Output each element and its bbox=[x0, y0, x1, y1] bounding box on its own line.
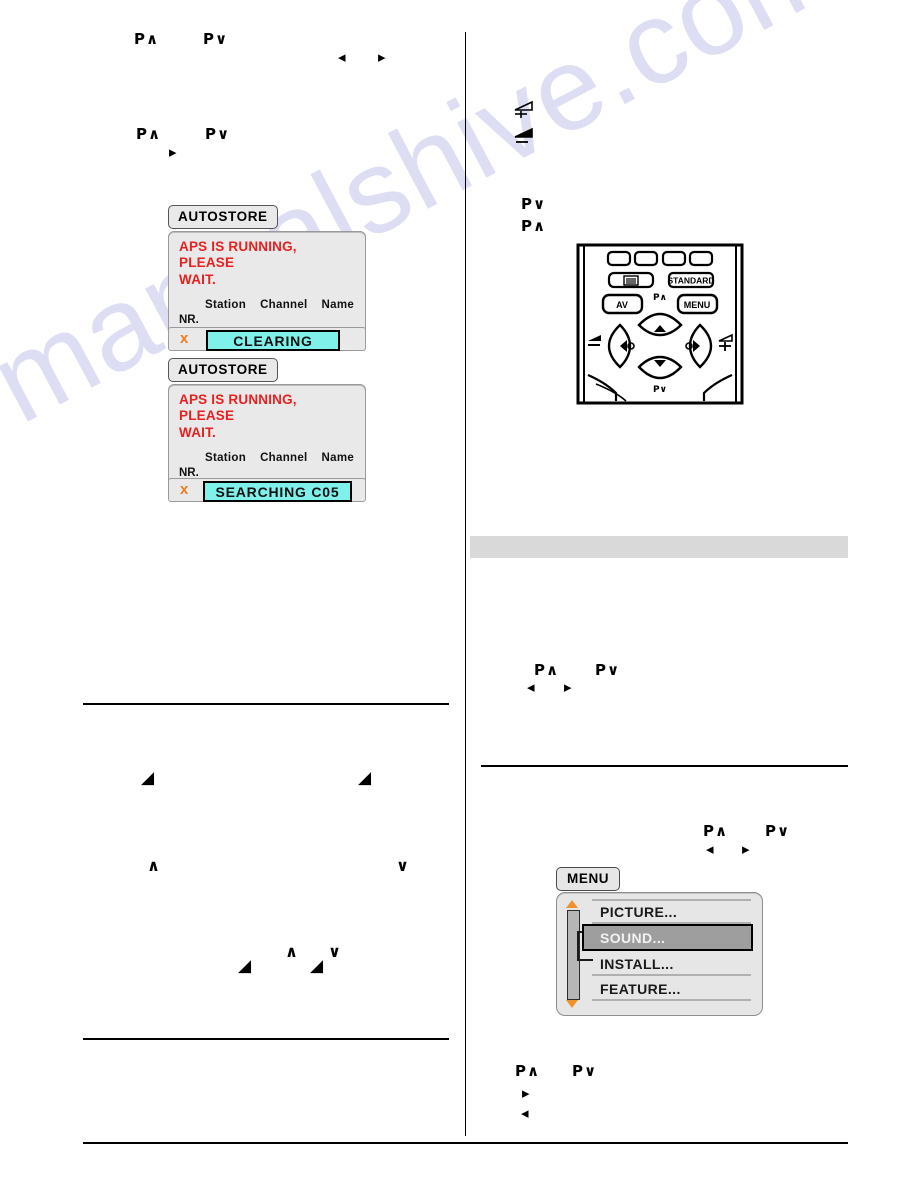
remote-control-illustration: STANDARD AV MENU P∧ P∨ bbox=[576, 243, 744, 405]
osd-warning-line2-2: WAIT. bbox=[179, 424, 216, 440]
svg-text:MENU: MENU bbox=[684, 300, 711, 310]
osd-col-channel-1: Channel bbox=[260, 299, 308, 312]
osd-column-headers-1: Station Channel Name bbox=[205, 299, 368, 311]
menu-item-label: FEATURE... bbox=[600, 980, 681, 997]
scroll-down-arrow-icon[interactable] bbox=[566, 1000, 578, 1008]
osd-row-label-1: NR. bbox=[179, 314, 199, 327]
osd-col-station-1: Station bbox=[205, 299, 247, 312]
symbol-p-down-4: P∨ bbox=[595, 661, 621, 679]
column-divider-top bbox=[465, 32, 466, 704]
osd-col-channel-2: Channel bbox=[260, 452, 308, 465]
svg-text:AV: AV bbox=[616, 300, 628, 310]
symbol-arrow-left-5: ◂ bbox=[521, 1104, 529, 1122]
symbol-arrow-right-1: ▸ bbox=[378, 48, 386, 66]
osd-menu-items: PICTURE... SOUND... INSTALL... FEATURE..… bbox=[582, 899, 753, 1001]
wrench-icon: x bbox=[180, 330, 189, 347]
symbol-p-up-5: P∧ bbox=[703, 822, 729, 840]
menu-item-sound[interactable]: SOUND... bbox=[582, 924, 753, 951]
svg-text:P∧: P∧ bbox=[653, 293, 667, 303]
symbol-p-up-1: P∧ bbox=[134, 30, 160, 48]
osd-col-name-1: Name bbox=[321, 299, 355, 312]
symbol-p-down-3: P∨ bbox=[521, 195, 547, 213]
left-rule-upper bbox=[83, 703, 449, 705]
symbol-p-down-2: P∨ bbox=[205, 125, 231, 143]
page-bottom-rule bbox=[83, 1142, 848, 1144]
symbol-p-down-1: P∨ bbox=[203, 30, 229, 48]
scroll-up-arrow-icon[interactable] bbox=[566, 900, 578, 908]
symbol-p-down-5: P∨ bbox=[765, 822, 791, 840]
menu-item-separator bbox=[592, 999, 751, 1001]
right-rule-upper bbox=[481, 765, 848, 767]
osd-col-name-2: Name bbox=[321, 452, 355, 465]
menu-item-label: PICTURE... bbox=[600, 903, 678, 920]
osd-warning-text-2: APS IS RUNNING, PLEASE WAIT. bbox=[179, 392, 355, 441]
symbol-arrow-left-1: ◂ bbox=[338, 48, 346, 66]
svg-text:STANDARD: STANDARD bbox=[667, 276, 714, 286]
osd-warning-line2-1: WAIT. bbox=[179, 271, 216, 287]
osd-menu: MENU PICTURE... SOUND... INSTALL... FEAT… bbox=[556, 867, 763, 1016]
symbol-p-up-4: P∧ bbox=[534, 661, 560, 679]
symbol-p-down-6: P∨ bbox=[572, 1062, 598, 1080]
menu-item-label: INSTALL... bbox=[600, 955, 674, 972]
symbol-p-up-2: P∧ bbox=[136, 125, 162, 143]
osd-menu-tab: MENU bbox=[556, 867, 621, 891]
osd-autostore-body-1: APS IS RUNNING, PLEASE WAIT. Station Chan… bbox=[168, 231, 366, 340]
menu-item-install[interactable]: INSTALL... bbox=[590, 951, 753, 976]
osd-lcd-clearing: CLEARING bbox=[206, 330, 340, 351]
symbol-arrow-left-3: ◂ bbox=[527, 678, 535, 696]
volume-down-icon bbox=[514, 127, 533, 143]
symbol-arrow-right-2: ▸ bbox=[169, 143, 177, 161]
svg-text:P∨: P∨ bbox=[653, 385, 667, 395]
symbol-p-up-3: P∧ bbox=[521, 217, 547, 235]
menu-item-label: SOUND... bbox=[600, 929, 666, 946]
symbol-arrow-right-5: ▸ bbox=[522, 1084, 530, 1102]
wrench-icon: x bbox=[180, 481, 189, 498]
osd-autostore-body-2: APS IS RUNNING, PLEASE WAIT. Station Chan… bbox=[168, 384, 368, 493]
osd-menu-body: PICTURE... SOUND... INSTALL... FEATURE..… bbox=[556, 892, 763, 1016]
column-divider-bottom bbox=[465, 704, 466, 1136]
osd-lcd-searching: SEARCHING C05 bbox=[203, 481, 352, 502]
osd-column-headers-2: Station Channel Name bbox=[205, 452, 368, 464]
osd-status-clearing: x CLEARING bbox=[168, 327, 366, 351]
symbol-arrow-left-4: ◂ bbox=[706, 840, 714, 858]
symbol-tri-nw-2: ◢ bbox=[358, 768, 372, 788]
osd-status-searching: x SEARCHING C05 bbox=[168, 478, 366, 502]
symbol-p-up-6: P∧ bbox=[515, 1062, 541, 1080]
symbol-caret-up-2: ∧ bbox=[285, 942, 298, 961]
symbol-arrow-right-4: ▸ bbox=[742, 840, 750, 858]
symbol-tri-nw-4: ◢ bbox=[310, 956, 324, 976]
osd-autostore-2: AUTOSTORE APS IS RUNNING, PLEASE WAIT. S… bbox=[168, 358, 368, 493]
osd-autostore-1: AUTOSTORE APS IS RUNNING, PLEASE WAIT. S… bbox=[168, 205, 366, 340]
symbol-arrow-right-3: ▸ bbox=[564, 678, 572, 696]
osd-autostore-tab-1: AUTOSTORE bbox=[168, 205, 278, 229]
symbol-caret-down-1: ∨ bbox=[396, 856, 409, 875]
osd-col-station-2: Station bbox=[205, 452, 247, 465]
osd-warning-line1-2: APS IS RUNNING, PLEASE bbox=[179, 392, 297, 424]
osd-columns-1: Station Channel Name NR. bbox=[179, 299, 355, 329]
symbol-tri-nw-1: ◢ bbox=[141, 768, 155, 788]
left-rule-lower bbox=[83, 1038, 449, 1040]
symbol-caret-down-2: ∨ bbox=[328, 942, 341, 961]
manual-page: manualshive.com P∧ P∨ ◂ ▸ P∧ P∨ ▸ AUTOST… bbox=[0, 0, 918, 1188]
osd-warning-line1-1: APS IS RUNNING, PLEASE bbox=[179, 239, 297, 271]
watermark-text: manualshive.com bbox=[0, 0, 857, 449]
menu-item-picture[interactable]: PICTURE... bbox=[590, 899, 753, 924]
menu-item-feature[interactable]: FEATURE... bbox=[590, 976, 753, 1001]
osd-warning-text-1: APS IS RUNNING, PLEASE WAIT. bbox=[179, 239, 355, 288]
volume-up-icon bbox=[514, 100, 533, 118]
symbol-caret-up-1: ∧ bbox=[147, 856, 160, 875]
symbol-tri-nw-3: ◢ bbox=[238, 956, 252, 976]
section-heading-band bbox=[470, 536, 848, 558]
osd-autostore-tab-2: AUTOSTORE bbox=[168, 358, 278, 382]
